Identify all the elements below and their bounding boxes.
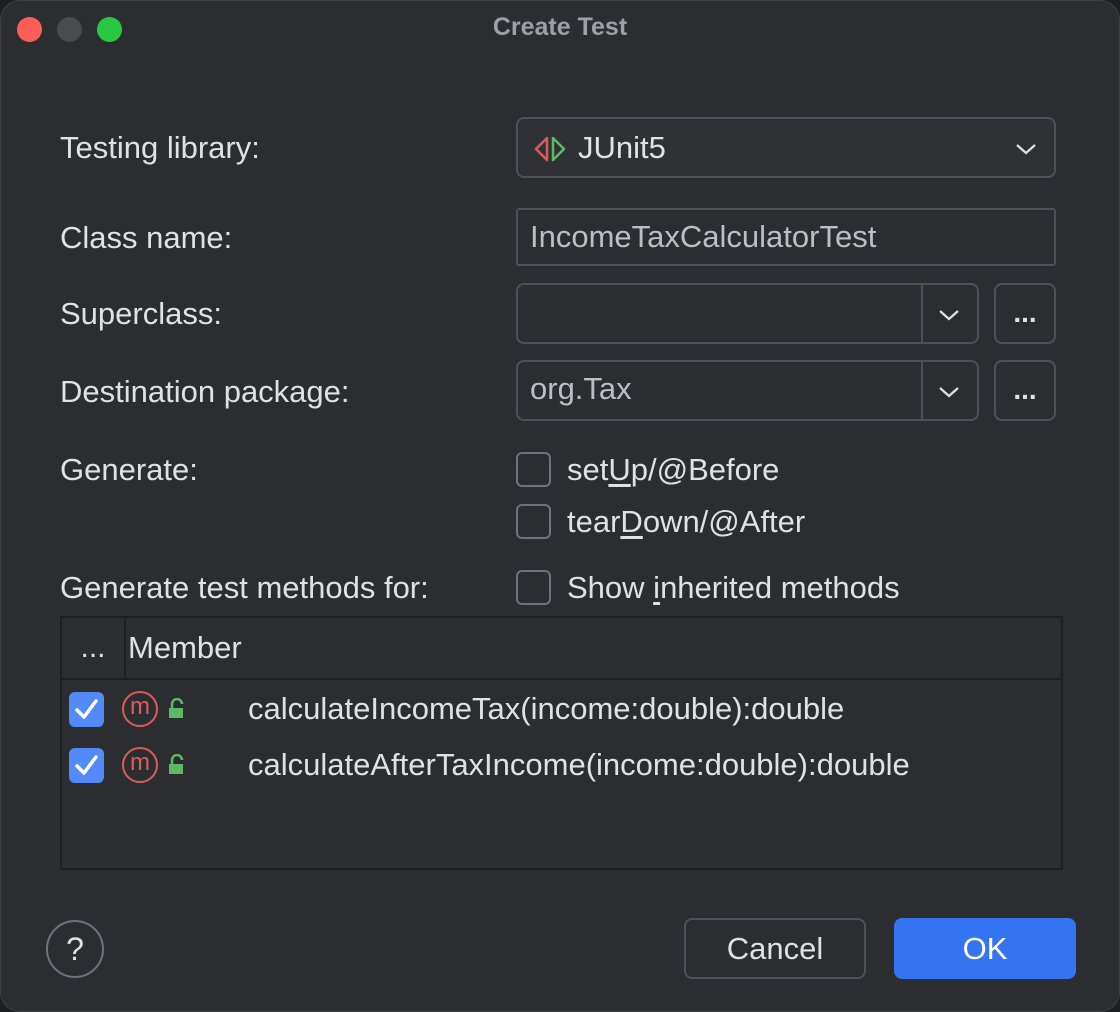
dialog-title: Create Test	[492, 13, 628, 41]
destination-package-value: org.Tax	[530, 371, 632, 406]
teardown-after-checkbox[interactable]	[516, 504, 551, 539]
generate-test-methods-label: Generate test methods for:	[60, 570, 429, 605]
ok-button[interactable]: OK	[894, 918, 1076, 979]
superclass-browse-button[interactable]: ...	[994, 283, 1056, 344]
show-inherited-label[interactable]: Show inherited methods	[567, 570, 900, 606]
superclass-label: Superclass:	[60, 296, 222, 331]
combo-divider	[921, 362, 923, 419]
destination-package-browse-button[interactable]: ...	[994, 360, 1056, 421]
show-inherited-checkbox[interactable]	[516, 570, 551, 605]
table-header: ... Member	[62, 618, 1061, 680]
method-signature: calculateAfterTaxIncome(income:double):d…	[248, 747, 910, 782]
table-row[interactable]: m calculateAfterTaxIncome(income:double)…	[62, 737, 1061, 793]
destination-package-label: Destination package:	[60, 374, 350, 409]
members-table[interactable]: ... Member m calculateIncomeTax(income:d…	[60, 616, 1063, 870]
checkmark-icon	[75, 755, 98, 775]
member-checkbox[interactable]	[69, 692, 104, 727]
public-lock-icon	[169, 698, 184, 718]
testing-library-value: JUnit5	[578, 130, 666, 165]
junit-icon	[534, 136, 566, 162]
setup-before-checkbox[interactable]	[516, 452, 551, 487]
chevron-down-icon	[1016, 144, 1036, 155]
class-name-input[interactable]: IncomeTaxCalculatorTest	[516, 208, 1056, 266]
cancel-button[interactable]: Cancel	[684, 918, 866, 979]
class-name-label: Class name:	[60, 220, 233, 255]
teardown-after-label[interactable]: tearDown/@After	[567, 504, 805, 540]
combo-divider	[921, 285, 923, 342]
testing-library-label: Testing library:	[60, 130, 260, 165]
member-checkbox[interactable]	[69, 748, 104, 783]
table-row[interactable]: m calculateIncomeTax(income:double):doub…	[62, 681, 1061, 737]
chevron-down-icon[interactable]	[938, 308, 960, 322]
method-signature: calculateIncomeTax(income:double):double	[248, 691, 845, 726]
help-button[interactable]: ?	[46, 920, 104, 978]
public-lock-icon	[169, 754, 184, 774]
chevron-down-icon[interactable]	[938, 385, 960, 399]
checkmark-icon	[75, 699, 98, 719]
member-column-header[interactable]: Member	[128, 618, 242, 678]
testing-library-dropdown[interactable]: JUnit5	[516, 117, 1056, 178]
method-icon: m	[122, 691, 158, 727]
create-test-dialog: Create Test Testing library: JUnit5 Clas…	[0, 0, 1120, 1012]
method-icon: m	[122, 747, 158, 783]
destination-package-combo[interactable]: org.Tax	[516, 360, 979, 421]
generate-label: Generate:	[60, 452, 198, 487]
setup-before-label[interactable]: setUp/@Before	[567, 452, 779, 488]
select-all-column-header[interactable]: ...	[62, 618, 126, 678]
class-name-value: IncomeTaxCalculatorTest	[530, 219, 877, 254]
superclass-combo[interactable]	[516, 283, 979, 344]
